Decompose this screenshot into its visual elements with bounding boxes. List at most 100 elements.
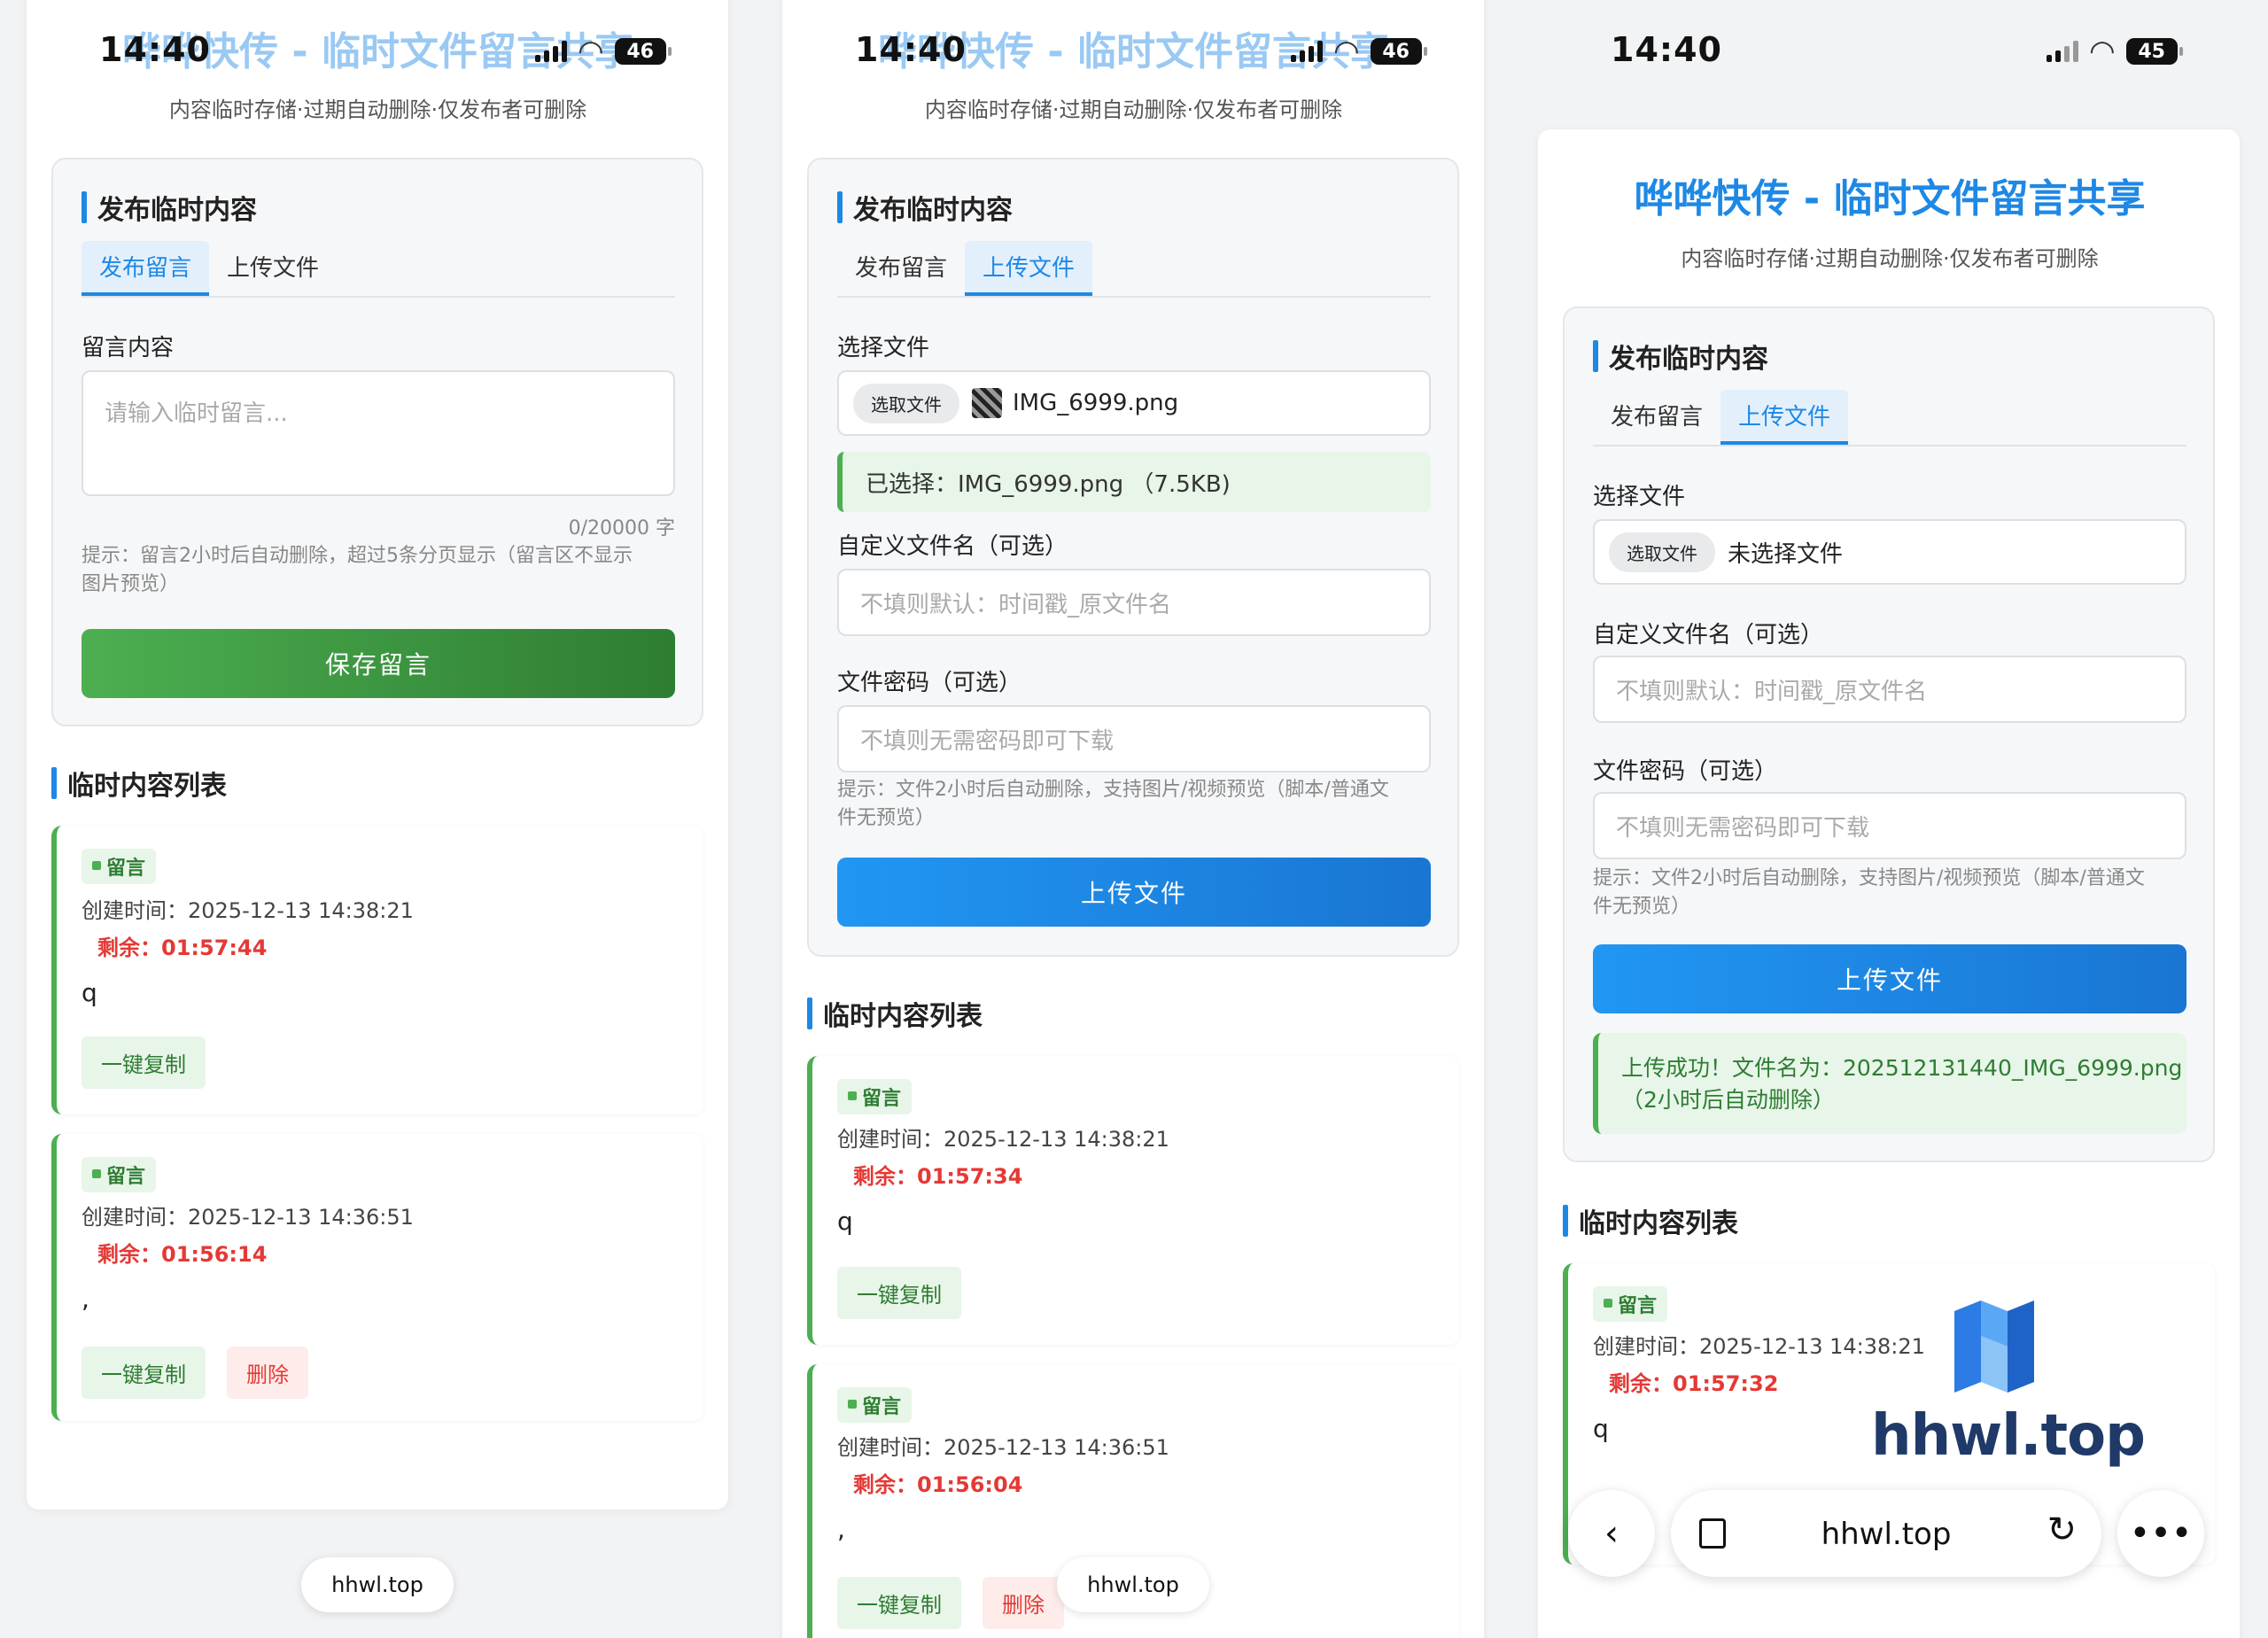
custom-name-placeholder: 不填则默认：时间戳_原文件名	[1616, 678, 1928, 705]
item-content: q	[82, 978, 97, 1007]
list-title: 临时内容列表	[1563, 1201, 1738, 1240]
choose-file-button[interactable]: 选取文件	[1609, 532, 1715, 572]
upload-file-button[interactable]: 上传文件	[837, 858, 1431, 927]
app-subtitle: 内容临时存储·过期自动删除·仅发布者可删除	[924, 97, 1343, 122]
phone-screen-upload-selected: 哗哗快传 - 临时文件留言共享 14:40 ◠ 46 内容临时存储·过期自动删除…	[756, 0, 1511, 1638]
message-badge: 留言	[82, 1157, 157, 1192]
success-line: （2小时后自动删除）	[1621, 1087, 1835, 1113]
status-icons: ◠ 45	[2047, 34, 2183, 69]
custom-name-label: 自定义文件名（可选）	[1593, 622, 1824, 648]
tab-message[interactable]: 发布留言	[82, 241, 210, 296]
status-time: 14:40	[1611, 30, 1722, 69]
upload-success-note: 上传成功！文件名为：202512131440_IMG_6999.png （2小时…	[1593, 1033, 2186, 1134]
selected-file-note: 已选择：IMG_6999.png （7.5KB)	[837, 452, 1431, 512]
char-counter: 0/20000 字	[568, 517, 675, 540]
created-time: 创建时间：2025-12-13 14:38:21	[82, 898, 414, 923]
file-label: 选择文件	[837, 335, 930, 361]
copy-button[interactable]: 一键复制	[82, 1347, 206, 1399]
upload-file-button[interactable]: 上传文件	[1593, 944, 2186, 1013]
list-item: 留言 创建时间：2025-12-13 14:36:51 剩余：01:56:14 …	[51, 1134, 703, 1421]
tab-bar: 发布留言 上传文件	[1593, 390, 2186, 446]
hint-text: 提示：留言2小时后自动删除，超过5条分页显示（留言区不显示 图片预览）	[82, 542, 633, 599]
watermark-text: hhwl.top	[1871, 1403, 2146, 1469]
hint-line: 提示：文件2小时后自动删除，支持图片/视频预览（脚本/普通文	[837, 779, 1389, 801]
copy-button[interactable]: 一键复制	[837, 1267, 961, 1319]
remaining-time: 剩余：01:56:14	[97, 1242, 268, 1267]
file-name: 未选择文件	[1728, 540, 1844, 568]
created-time: 创建时间：2025-12-13 14:36:51	[837, 1435, 1169, 1460]
password-placeholder: 不填则无需密码即可下载	[860, 727, 1115, 755]
battery-icon: 45	[2125, 38, 2183, 65]
tab-bar: 发布留言 上传文件	[837, 241, 1431, 298]
section-title: 发布临时内容	[1593, 337, 1768, 376]
section-title: 发布临时内容	[82, 188, 257, 227]
custom-name-label: 自定义文件名（可选）	[837, 533, 1068, 560]
list-title: 临时内容列表	[807, 994, 983, 1033]
list-item: 留言 创建时间：2025-12-13 14:38:21 剩余：01:57:34 …	[807, 1056, 1459, 1345]
chevron-left-icon: ‹	[1604, 1513, 1619, 1554]
save-message-button[interactable]: 保存留言	[82, 629, 675, 698]
password-placeholder: 不填则无需密码即可下载	[1616, 814, 1870, 842]
tab-message[interactable]: 发布留言	[837, 241, 965, 296]
wifi-icon: ◠	[578, 34, 604, 69]
message-placeholder: 请输入临时留言...	[105, 400, 288, 427]
battery-icon: 46	[614, 38, 672, 65]
publish-panel: 发布临时内容 发布留言 上传文件 选择文件 选取文件 IMG_6999.png …	[807, 158, 1459, 957]
tab-message[interactable]: 发布留言	[1593, 390, 1720, 445]
hint-text: 提示：文件2小时后自动删除，支持图片/视频预览（脚本/普通文 件无预览）	[1593, 865, 2145, 921]
copy-button[interactable]: 一键复制	[82, 1036, 206, 1089]
app-title: 哗哗快传 - 临时文件留言共享	[1634, 176, 2146, 221]
password-input[interactable]: 不填则无需密码即可下载	[837, 705, 1431, 772]
reload-icon[interactable]: ↻	[2047, 1510, 2077, 1550]
password-label: 文件密码（可选）	[837, 670, 1022, 696]
logo-mark-icon	[1954, 1300, 2034, 1393]
message-badge: 留言	[837, 1079, 913, 1114]
tab-bar: 发布留言 上传文件	[82, 241, 675, 298]
password-input[interactable]: 不填则无需密码即可下载	[1593, 792, 2186, 859]
file-input[interactable]: 选取文件 IMG_6999.png	[837, 370, 1431, 436]
more-button[interactable]: •••	[2117, 1490, 2204, 1577]
delete-button[interactable]: 删除	[983, 1577, 1064, 1629]
battery-icon: 46	[1370, 38, 1427, 65]
custom-name-placeholder: 不填则默认：时间戳_原文件名	[860, 591, 1172, 618]
item-content: q	[837, 1207, 853, 1236]
created-time: 创建时间：2025-12-13 14:36:51	[82, 1205, 414, 1230]
item-content: ,	[82, 1285, 89, 1314]
phone-screen-message-tab: 哗哗快传 - 临时文件留言共享 14:40 ◠ 46 内容临时存储·过期自动删除…	[0, 0, 756, 1638]
delete-button[interactable]: 删除	[227, 1347, 308, 1399]
hint-line: 提示：文件2小时后自动删除，支持图片/视频预览（脚本/普通文	[1593, 867, 2145, 889]
copy-button[interactable]: 一键复制	[837, 1577, 961, 1629]
hint-line: 提示：留言2小时后自动删除，超过5条分页显示（留言区不显示	[82, 545, 633, 567]
list-item: 留言 创建时间：2025-12-13 14:38:21 剩余：01:57:44 …	[51, 826, 703, 1114]
status-icons: ◠ 46	[535, 34, 672, 69]
message-badge: 留言	[837, 1387, 913, 1423]
browser-toolbar: ‹ hhwl.top ↻ •••	[1568, 1490, 2215, 1584]
publish-panel: 发布临时内容 发布留言 上传文件 留言内容 请输入临时留言... 0/20000…	[51, 158, 703, 726]
message-badge: 留言	[1593, 1286, 1668, 1322]
image-thumbnail-icon	[972, 388, 1002, 418]
tab-upload[interactable]: 上传文件	[209, 241, 337, 296]
message-label: 留言内容	[82, 335, 175, 361]
tab-upload[interactable]: 上传文件	[1720, 390, 1849, 445]
url-pill[interactable]: hhwl.top	[1057, 1557, 1209, 1612]
message-textarea[interactable]: 请输入临时留言...	[82, 370, 675, 496]
app-subtitle: 内容临时存储·过期自动删除·仅发布者可删除	[1681, 246, 2099, 271]
hint-text: 提示：文件2小时后自动删除，支持图片/视频预览（脚本/普通文 件无预览）	[837, 776, 1389, 833]
custom-name-input[interactable]: 不填则默认：时间戳_原文件名	[837, 569, 1431, 636]
url-pill[interactable]: hhwl.top	[301, 1557, 454, 1612]
choose-file-button[interactable]: 选取文件	[853, 383, 959, 423]
watermark-logo: hhwl.top	[1871, 1293, 2146, 1479]
signal-icon	[2047, 41, 2078, 62]
remaining-time: 剩余：01:57:32	[1609, 1371, 1779, 1396]
address-text: hhwl.top	[1821, 1517, 1952, 1552]
custom-name-input[interactable]: 不填则默认：时间戳_原文件名	[1593, 656, 2186, 723]
address-bar[interactable]: hhwl.top ↻	[1671, 1490, 2101, 1577]
success-line: 上传成功！文件名为：202512131440_IMG_6999.png	[1621, 1055, 2183, 1081]
wifi-icon: ◠	[1333, 34, 1360, 69]
file-input[interactable]: 选取文件 未选择文件	[1593, 519, 2186, 585]
tab-upload[interactable]: 上传文件	[965, 241, 1093, 296]
back-button[interactable]: ‹	[1568, 1490, 1655, 1577]
message-badge: 留言	[82, 849, 157, 884]
item-content: q	[1593, 1414, 1609, 1443]
signal-icon	[1291, 41, 1323, 62]
